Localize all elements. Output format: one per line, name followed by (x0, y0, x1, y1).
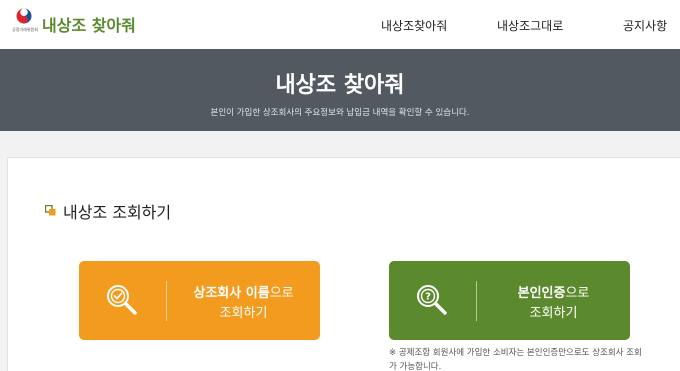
overlap-squares-icon (45, 205, 56, 216)
button-label-line1: 상조회사 이름으로 (167, 282, 320, 301)
button-label-bold: 상조회사 이름 (193, 286, 270, 301)
svg-text:?: ? (425, 292, 431, 303)
hero-banner: 내상조 찾아줘 본인이 가입한 상조회사의 주요정보와 납입금 내역을 확인할 … (0, 49, 680, 131)
search-by-company-button[interactable]: 상조회사 이름으로 조회하기 (79, 261, 320, 340)
logo[interactable]: 공정거래위원회 (10, 8, 38, 38)
button-label-suffix: 으로 (565, 286, 590, 301)
button-label-suffix: 으로 (269, 286, 294, 301)
identity-note: ※ 공제조합 회원사에 가입한 소비자는 본인인증만으로도 상조회사 조회가 가… (389, 348, 642, 371)
taegeuk-emblem-icon (16, 8, 32, 24)
brand-title[interactable]: 내상조 찾아줘 (42, 12, 136, 36)
logo-caption: 공정거래위원회 (12, 27, 38, 32)
nav-item-find[interactable]: 내상조찾아줘 (381, 17, 447, 34)
top-header: 공정거래위원회 내상조 찾아줘 내상조찾아줘 내상조그대로 공지사항 (0, 0, 680, 49)
section-title: 내상조 조회하기 (63, 203, 172, 222)
button-label-line2: 조회하기 (529, 306, 578, 321)
button-label-line2: 조회하기 (219, 306, 268, 321)
button-label-bold: 본인인증 (517, 286, 566, 301)
magnifier-check-icon (107, 285, 137, 315)
search-by-identity-button[interactable]: ? 본인인증으로 조회하기 (389, 261, 630, 340)
nav-item-notice[interactable]: 공지사항 (623, 17, 667, 34)
nav-item-keep[interactable]: 내상조그대로 (497, 17, 563, 34)
banner-subtitle: 본인이 가입한 상조회사의 주요정보와 납입금 내역을 확인할 수 있습니다. (210, 108, 470, 118)
banner-title: 내상조 찾아줘 (275, 73, 405, 98)
magnifier-question-icon: ? (417, 285, 447, 315)
button-label-line1: 본인인증으로 (477, 282, 630, 301)
